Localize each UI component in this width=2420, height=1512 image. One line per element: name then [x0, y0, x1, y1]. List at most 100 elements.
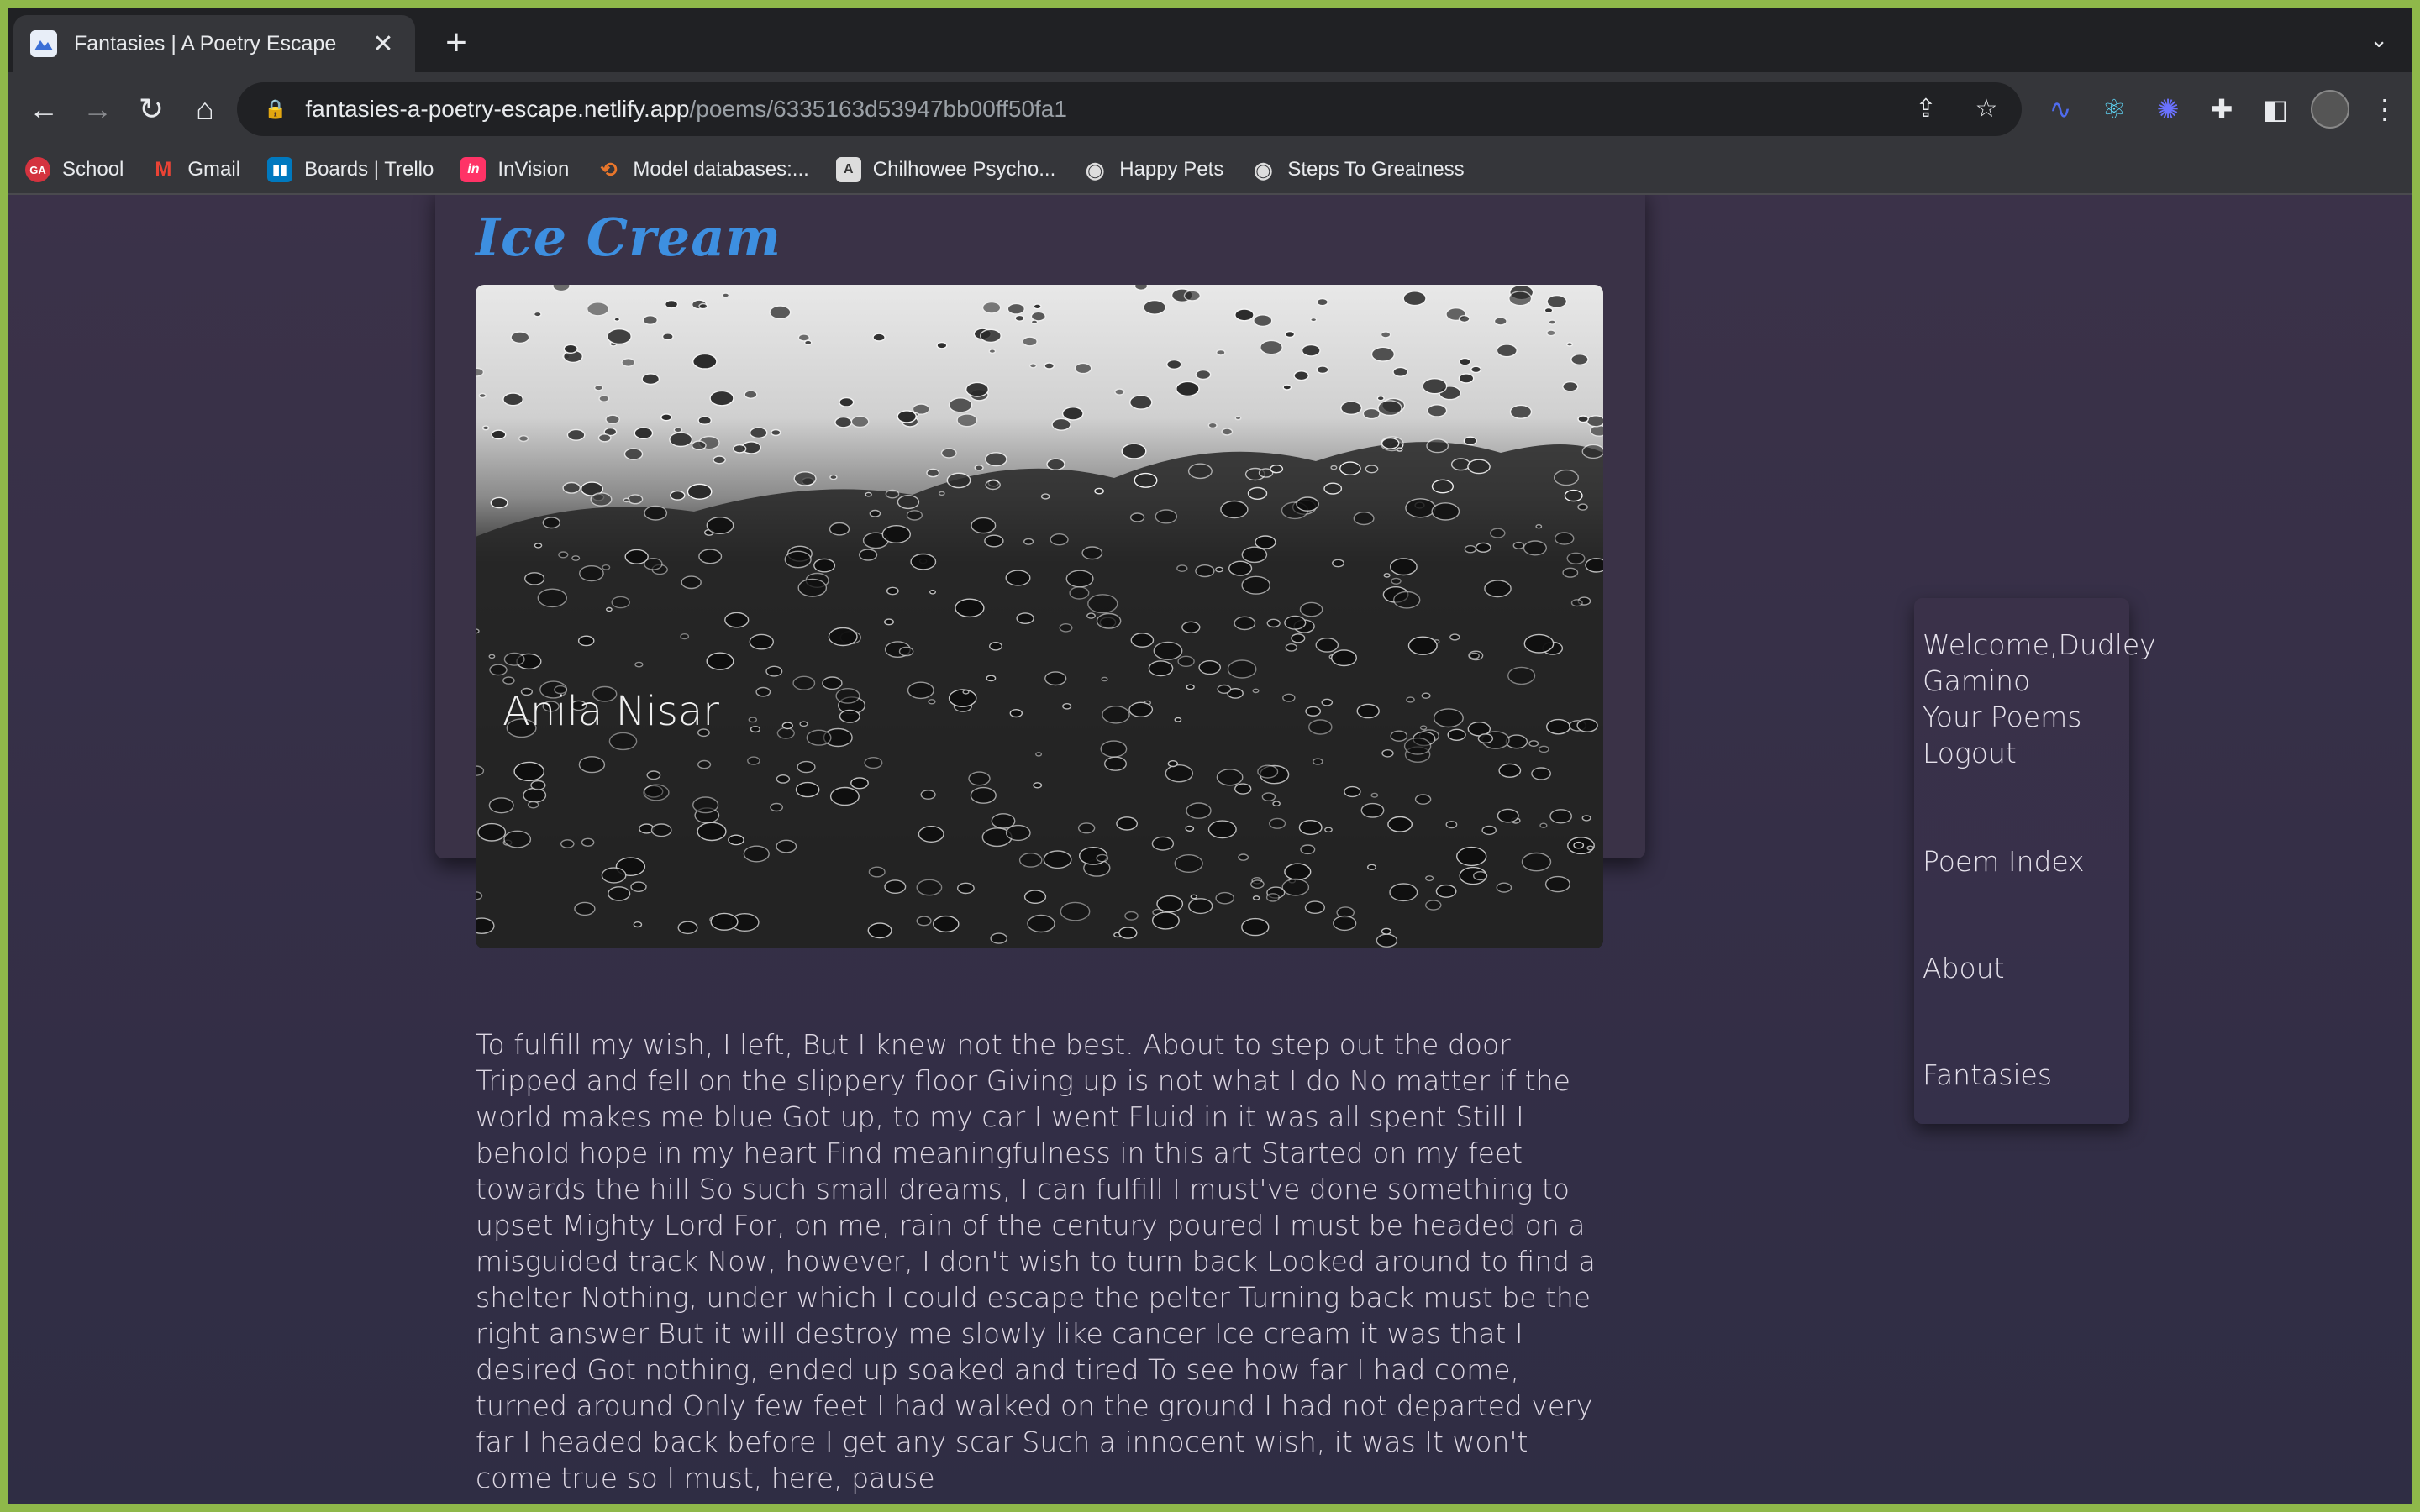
raindrop [776, 839, 797, 853]
raindrop [962, 689, 970, 695]
side-panel-icon[interactable]: ◧ [2257, 89, 2294, 129]
back-arrow-icon[interactable]: ← [24, 89, 64, 129]
bookmark-star-icon[interactable]: ☆ [1968, 91, 2005, 128]
raindrop [491, 429, 507, 440]
school-icon: GA [25, 157, 50, 182]
raindrop [709, 390, 734, 407]
raindrop [1185, 825, 1195, 832]
bookmark-happy-pets[interactable]: ◉ Happy Pets [1082, 157, 1223, 182]
raindrop [644, 505, 668, 521]
raindrop [1030, 311, 1046, 322]
raindrop [1576, 718, 1598, 732]
close-tab-icon[interactable]: ✕ [368, 29, 398, 59]
raindrop [644, 557, 663, 570]
raindrop [1475, 542, 1491, 553]
bookmark-school[interactable]: GA School [25, 157, 124, 182]
fantasies-link[interactable]: Fantasies [1923, 1057, 2129, 1093]
raindrop [1129, 394, 1153, 410]
asterisk-extension-icon[interactable]: ✺ [2149, 89, 2186, 129]
raindrop [578, 756, 606, 774]
raindrop [744, 390, 758, 399]
raindrop [1305, 706, 1322, 717]
logout-link[interactable]: Logout [1923, 735, 2129, 771]
raindrop [1284, 863, 1312, 881]
home-icon[interactable]: ⌂ [185, 89, 225, 129]
raindrop [1022, 336, 1038, 347]
bookmark-chilhowee[interactable]: A Chilhowee Psycho... [835, 157, 1055, 182]
raindrop [1315, 637, 1339, 653]
raindrop [981, 301, 1002, 314]
raindrop [792, 675, 816, 690]
bookmark-steps-to-greatness[interactable]: ◉ Steps To Greatness [1250, 157, 1465, 182]
welcome-user-link[interactable]: Welcome,Dudley Gamino [1923, 627, 2156, 699]
raindrop [523, 787, 547, 803]
bookmark-invision[interactable]: in InVision [460, 157, 569, 182]
tab-active[interactable]: Fantasies | A Poetry Escape ✕ [13, 15, 415, 72]
raindrop [1128, 701, 1154, 717]
raindrop [984, 534, 1004, 548]
raindrop [884, 879, 907, 894]
raindrop [940, 448, 957, 459]
browser-menu-icon[interactable]: ⋮ [2366, 89, 2403, 129]
poem-cover-image: Anila Nisar [476, 285, 1603, 948]
raindrop [1564, 489, 1583, 502]
forward-arrow-icon[interactable]: → [77, 89, 118, 129]
raindrop [1100, 740, 1128, 758]
raindrop [630, 881, 647, 893]
raindrop [623, 497, 630, 503]
about-link[interactable]: About [1923, 950, 2129, 986]
raindrop [1332, 559, 1345, 568]
bookmark-trello[interactable]: ▮▮ Boards | Trello [267, 157, 434, 182]
raindrop [1016, 612, 1034, 624]
raindrop [1539, 822, 1548, 828]
poem-index-link[interactable]: Poem Index [1923, 843, 2129, 879]
raindrop [578, 565, 604, 582]
raindrop [1009, 709, 1023, 718]
bookmark-gmail[interactable]: M Gmail [150, 157, 240, 182]
raindrop [747, 756, 760, 765]
raindrop [864, 756, 883, 769]
lock-icon[interactable]: 🔒 [264, 98, 287, 120]
extensions-puzzle-icon[interactable]: ✚ [2203, 89, 2240, 129]
raindrop [590, 492, 613, 507]
raindrop [1104, 756, 1128, 771]
raindrop [1381, 927, 1392, 935]
raindrop [1121, 443, 1147, 459]
wave-extension-icon[interactable]: ∿ [2042, 89, 2079, 129]
raindrop [1188, 898, 1213, 915]
raindrop [560, 839, 575, 848]
raindrop [886, 586, 899, 596]
raindrop [1300, 844, 1316, 855]
raindrop [598, 395, 610, 402]
raindrop [601, 867, 627, 884]
raindrop [1545, 718, 1570, 735]
react-devtools-icon[interactable]: ⚛ [2096, 89, 2133, 129]
raindrop [1405, 498, 1436, 518]
raindrop [660, 413, 672, 422]
raindrop [750, 725, 761, 733]
raindrop [490, 496, 508, 509]
raindrop [797, 760, 816, 774]
reload-icon[interactable]: ↻ [131, 89, 171, 129]
raindrop [850, 415, 870, 428]
raindrop [1427, 404, 1448, 417]
new-tab-button[interactable]: + [435, 22, 477, 64]
raindrop [1344, 785, 1361, 798]
raindrop [581, 837, 595, 847]
raindrop [1062, 702, 1072, 710]
browser-window: Fantasies | A Poetry Escape ✕ + ⌄ ← → ↻ … [8, 8, 2412, 1504]
raindrop [1507, 666, 1536, 685]
raindrop [706, 652, 734, 670]
tab-search-chevron-icon[interactable]: ⌄ [2370, 27, 2388, 53]
share-icon[interactable]: ⇪ [1907, 91, 1944, 128]
raindrop [765, 665, 783, 677]
raindrop [955, 598, 985, 618]
bookmark-model-databases[interactable]: ⟲ Model databases:... [596, 157, 809, 182]
raindrop [1118, 927, 1138, 939]
profile-avatar[interactable] [2311, 90, 2349, 129]
raindrop [1544, 875, 1570, 893]
your-poems-link[interactable]: Your Poems [1923, 699, 2129, 735]
address-bar[interactable]: 🔒 fantasies-a-poetry-escape.netlify.app /… [237, 82, 2022, 136]
raindrop [991, 813, 1016, 829]
raindrop [1546, 329, 1556, 337]
